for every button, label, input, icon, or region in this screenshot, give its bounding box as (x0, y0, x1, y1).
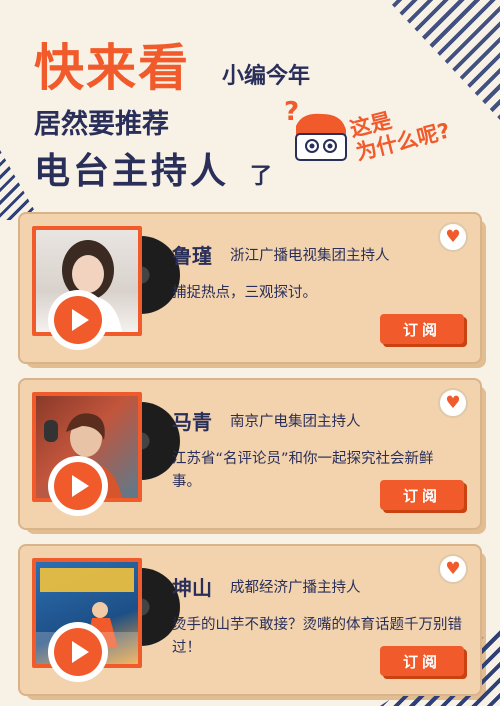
host-name: 马青 (172, 410, 212, 434)
subscribe-button[interactable]: 订阅 (380, 646, 464, 676)
subscribe-button[interactable]: 订阅 (380, 480, 464, 510)
host-name: 鲁瑾 (172, 244, 212, 268)
play-button[interactable] (48, 290, 108, 350)
mascot-icon: ? (284, 97, 347, 161)
headline-line2: 居然要推荐 (34, 109, 169, 140)
host-name: 坤山 (172, 576, 212, 600)
subscribe-button[interactable]: 订阅 (380, 314, 464, 344)
play-button[interactable] (48, 456, 108, 516)
host-card-2[interactable]: 马青 南京广电集团主持人 江苏省“名评论员”和你一起探究社会新鲜事。 订阅 ♥ (18, 378, 486, 534)
host-org: 浙江广播电视集团主持人 (230, 248, 390, 264)
play-icon (54, 628, 102, 676)
heart-icon[interactable]: ♥ (438, 222, 468, 252)
headline-line3: 电台主持人 (34, 151, 230, 192)
play-icon (54, 462, 102, 510)
heart-icon[interactable]: ♥ (438, 554, 468, 584)
why-callout: 这是 为什么呢? (348, 95, 453, 165)
headline-le: 了 (250, 164, 273, 189)
host-org: 成都经济广播主持人 (230, 580, 361, 596)
play-icon (54, 296, 102, 344)
play-button[interactable] (48, 622, 108, 682)
headline-big: 快来看 (34, 39, 190, 97)
host-card-1[interactable]: 鲁瑾 浙江广播电视集团主持人 捕捉热点，三观探讨。 订阅 ♥ (18, 212, 486, 368)
host-org: 南京广电集团主持人 (230, 414, 361, 430)
headline-small: 小编今年 (222, 64, 311, 89)
svg-text:?: ? (284, 97, 299, 127)
host-card-3[interactable]: 坤山 成都经济广播主持人 烫手的山芋不敢接？烫嘴的体育话题千万别错过！ 订阅 ♥ (18, 544, 486, 700)
heart-icon[interactable]: ♥ (438, 388, 468, 418)
host-desc: 捕捉热点，三观探讨。 (172, 285, 317, 301)
